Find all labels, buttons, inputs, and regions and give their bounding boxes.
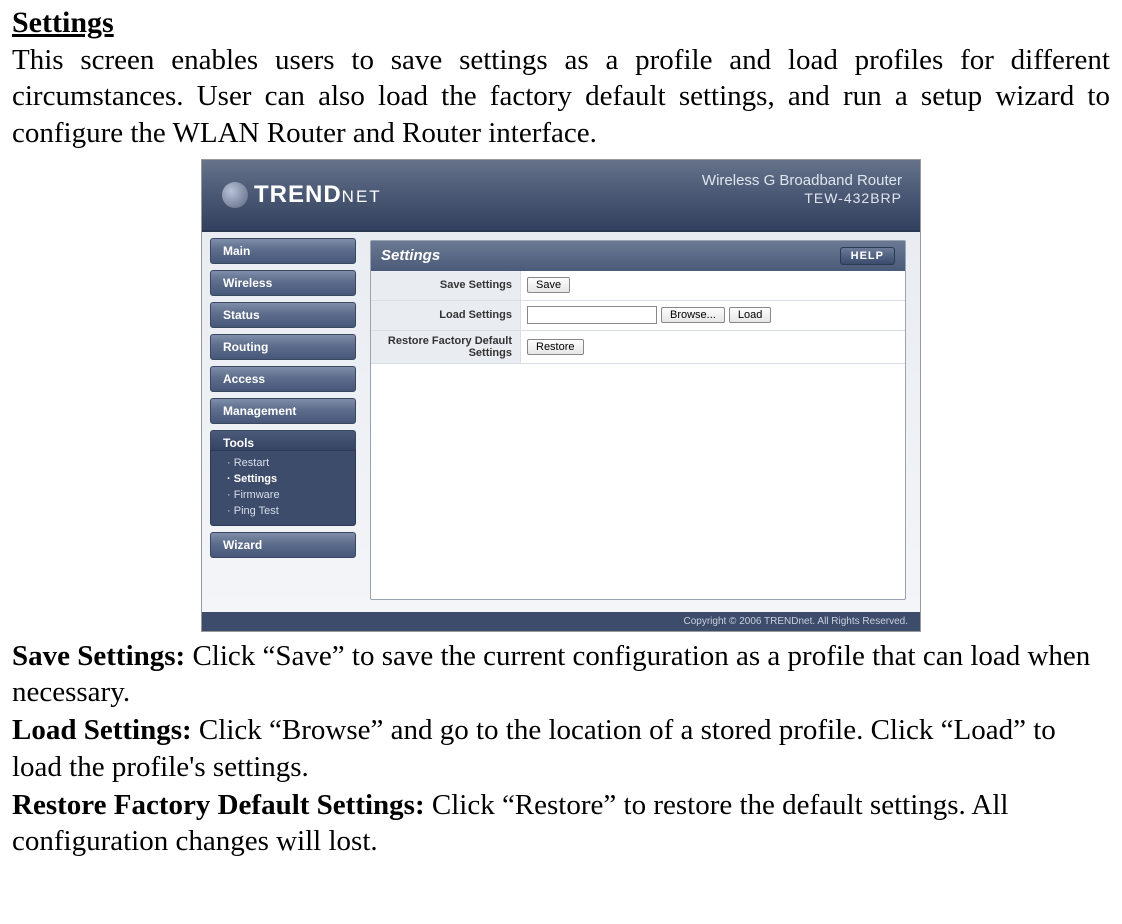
load-settings-desc: Load Settings: Click “Browse” and go to … bbox=[12, 712, 1110, 785]
save-settings-desc: Save Settings: Click “Save” to save the … bbox=[12, 638, 1110, 711]
panel-title: Settings bbox=[381, 247, 440, 264]
save-settings-label: Save Settings bbox=[371, 271, 521, 300]
restore-button[interactable]: Restore bbox=[527, 339, 584, 355]
brand-main: TREND bbox=[254, 181, 342, 208]
load-button[interactable]: Load bbox=[729, 307, 771, 323]
tools-submenu: Restart Settings Firmware Ping Test bbox=[210, 450, 356, 526]
nav-status[interactable]: Status bbox=[210, 302, 356, 328]
sub-restart[interactable]: Restart bbox=[211, 455, 355, 471]
sub-ping-test[interactable]: Ping Test bbox=[211, 503, 355, 519]
settings-panel: Settings HELP Save Settings Save Load Se… bbox=[370, 240, 906, 600]
load-file-input[interactable] bbox=[527, 306, 657, 324]
browse-button[interactable]: Browse... bbox=[661, 307, 725, 323]
router-ui-screenshot: TRENDNET Wireless G Broadband Router TEW… bbox=[201, 159, 921, 632]
load-settings-label: Load Settings bbox=[371, 301, 521, 330]
nav-management[interactable]: Management bbox=[210, 398, 356, 424]
brand-logo: TRENDNET bbox=[222, 181, 382, 209]
nav-access[interactable]: Access bbox=[210, 366, 356, 392]
save-button[interactable]: Save bbox=[527, 277, 570, 293]
restore-defaults-label: Restore Factory Default Settings bbox=[371, 331, 521, 363]
nav-routing[interactable]: Routing bbox=[210, 334, 356, 360]
product-model: TEW-432BRP bbox=[702, 190, 902, 207]
brand-icon bbox=[222, 182, 248, 208]
sub-firmware[interactable]: Firmware bbox=[211, 487, 355, 503]
nav-wizard[interactable]: Wizard bbox=[210, 532, 356, 558]
help-button[interactable]: HELP bbox=[840, 247, 895, 265]
router-header: TRENDNET Wireless G Broadband Router TEW… bbox=[202, 160, 920, 232]
brand-sub: NET bbox=[342, 187, 382, 206]
restore-settings-desc: Restore Factory Default Settings: Click … bbox=[12, 787, 1110, 860]
page-heading: Settings bbox=[12, 6, 1110, 40]
sidebar: Main Wireless Status Routing Access Mana… bbox=[202, 232, 364, 612]
sub-settings[interactable]: Settings bbox=[211, 471, 355, 487]
intro-text: This screen enables users to save settin… bbox=[12, 42, 1110, 151]
product-tagline: Wireless G Broadband Router bbox=[702, 172, 902, 190]
nav-main[interactable]: Main bbox=[210, 238, 356, 264]
router-footer: Copyright © 2006 TRENDnet. All Rights Re… bbox=[202, 612, 920, 631]
nav-wireless[interactable]: Wireless bbox=[210, 270, 356, 296]
